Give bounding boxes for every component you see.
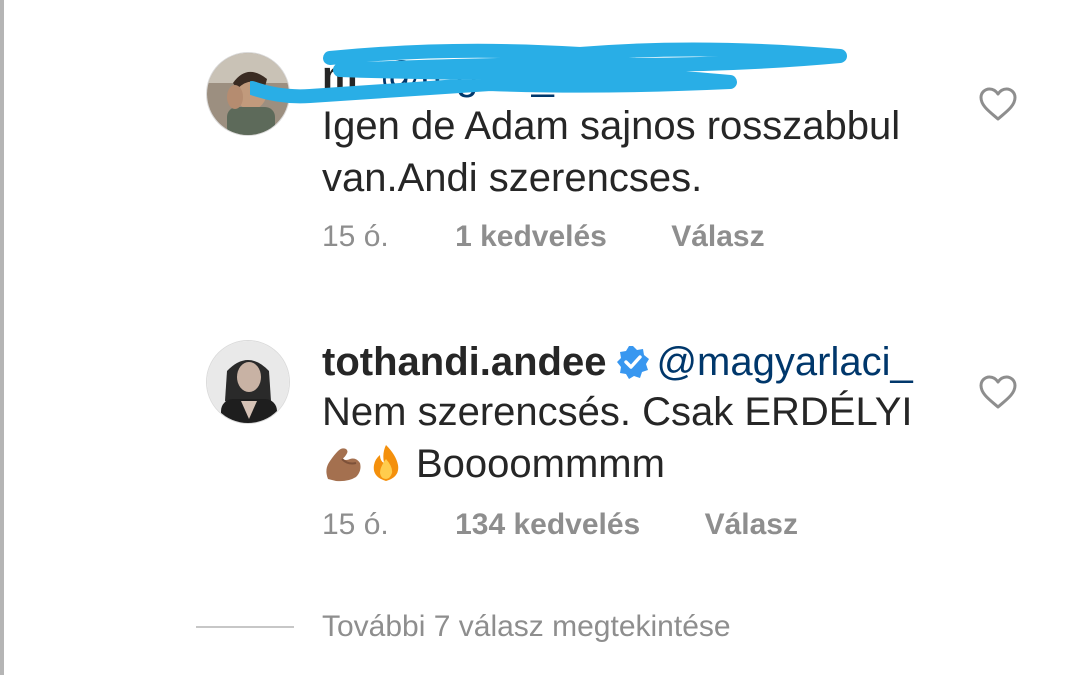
heart-outline-icon[interactable] [978, 374, 1018, 410]
avatar[interactable] [206, 340, 290, 424]
comment-text-line: Igen de Adam sajnos rosszabbul [322, 104, 901, 148]
verified-badge-icon [617, 346, 650, 379]
comment-text-line: van.Andi szerencses. [322, 156, 703, 200]
comment-username[interactable]: tothandi.andee [322, 340, 606, 384]
fire-emoji [373, 445, 399, 481]
flexed-biceps-emoji [326, 448, 361, 482]
window-edge [0, 0, 4, 675]
reply-button[interactable]: Válasz [705, 508, 798, 541]
comment-meta: 15 ó. 134 kedvelés Válasz [322, 508, 798, 542]
mention-link[interactable]: @magyarlaci_ [656, 340, 912, 384]
timestamp: 15 ó. [322, 220, 389, 253]
likes-count[interactable]: 134 kedvelés [455, 508, 640, 541]
comment-meta: 15 ó. 1 kedvelés Válasz [322, 220, 765, 254]
likes-count[interactable]: 1 kedvelés [455, 220, 607, 253]
comment-header: tothandi.andee @magyarlaci_ [322, 336, 913, 388]
reply-button[interactable]: Válasz [671, 220, 764, 253]
heart-outline-icon[interactable] [978, 86, 1018, 122]
view-more-replies-button[interactable]: További 7 válasz megtekintése [322, 610, 731, 644]
timestamp: 15 ó. [322, 508, 389, 541]
comment-text: Boooommmm [416, 442, 665, 486]
comment-text-line-emoji: Boooommmm [322, 438, 665, 490]
comment-text-line: Nem szerencsés. Csak ERDÉLYI [322, 390, 913, 434]
view-more-divider [196, 626, 294, 628]
